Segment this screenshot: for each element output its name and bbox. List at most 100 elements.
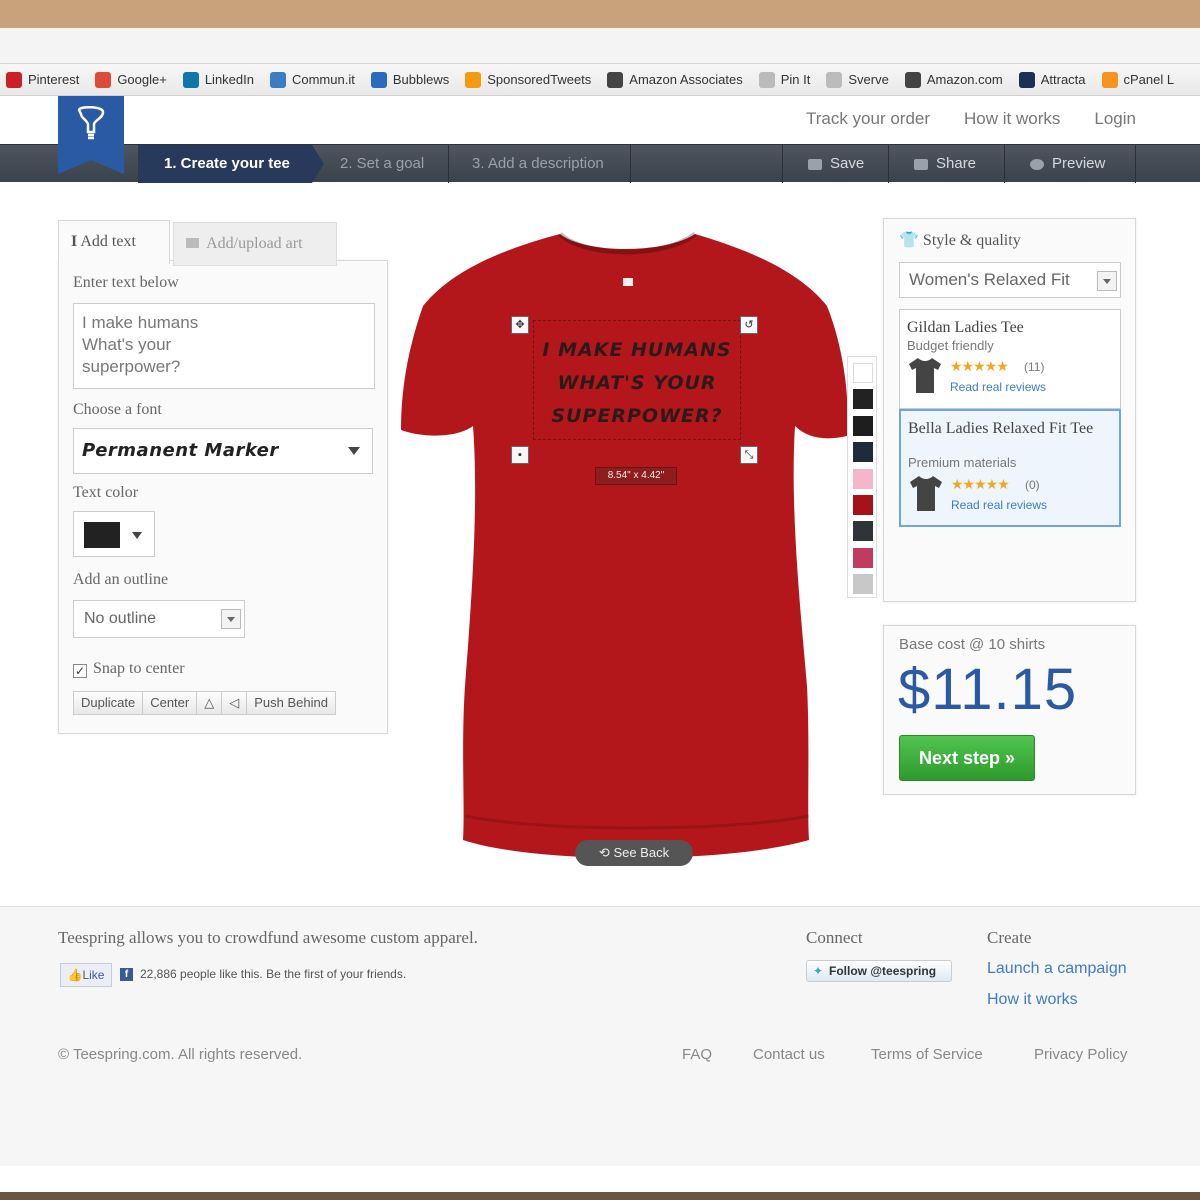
read-reviews-link[interactable]: Read real reviews (950, 380, 1046, 394)
step-divider (1004, 145, 1005, 183)
duplicate-button[interactable]: Duplicate (74, 692, 144, 714)
login-link[interactable]: Login (1094, 109, 1136, 129)
privacy-link[interactable]: Privacy Policy (1034, 1046, 1127, 1063)
push-behind-button[interactable]: Push Behind (247, 692, 335, 714)
image-icon (186, 238, 199, 248)
next-step-button[interactable]: Next step » (899, 735, 1035, 781)
outline-label: Add an outline (73, 571, 169, 588)
twitter-follow-button[interactable]: ✦ Follow @teespring (806, 960, 952, 982)
bookmark-label: Commun.it (291, 72, 355, 87)
center-button[interactable]: Center (143, 692, 198, 714)
tab-add-text[interactable]: I Add text (58, 220, 170, 264)
bookmark-item[interactable]: Pin It (758, 71, 811, 88)
browser-top-strip (0, 28, 1200, 64)
tshirt-preview[interactable] (395, 206, 855, 886)
chevron-down-icon (132, 532, 142, 539)
see-back-label: See Back (613, 845, 670, 860)
enter-text-label: Enter text below (73, 274, 179, 291)
bookmark-item[interactable]: Amazon.com (904, 71, 1003, 88)
style-select[interactable]: Women's Relaxed Fit (899, 262, 1121, 298)
shirt-color-swatch[interactable] (853, 521, 873, 542)
twitter-bird-icon: ✦ (813, 964, 824, 978)
delete-handle-icon[interactable]: ▪ (511, 446, 529, 464)
bookmark-favicon-icon (182, 71, 199, 88)
shirt-color-swatch[interactable] (853, 389, 873, 410)
rotate-icon: ⟲ (598, 845, 610, 860)
bookmark-item[interactable]: Bubblews (370, 71, 449, 88)
design-text[interactable]: I make humans What's your superpower? (524, 334, 750, 433)
contact-link[interactable]: Contact us (753, 1046, 825, 1063)
snap-to-center-label: Snap to center (93, 660, 185, 677)
font-select-value: Permanent Marker (82, 440, 279, 461)
shirt-color-swatch[interactable] (853, 415, 873, 436)
envelope-icon (914, 158, 928, 170)
bookmark-label: LinkedIn (204, 72, 254, 87)
connect-heading: Connect (806, 928, 863, 947)
bookmark-label: SponsoredTweets (487, 72, 592, 87)
outline-select[interactable]: No outline (73, 600, 245, 638)
eye-icon (1030, 158, 1044, 170)
bookmark-item[interactable]: SponsoredTweets (465, 71, 592, 88)
text-color-swatch (84, 522, 120, 548)
resize-handle-icon[interactable]: ⤡ (740, 446, 758, 464)
bookmark-favicon-icon (1101, 71, 1118, 88)
snap-to-center-checkbox[interactable]: ✓ (73, 664, 87, 678)
product-name: Gildan Ladies Tee (907, 319, 1024, 336)
facebook-like-count: 22,886 people like this. Be the first of… (140, 967, 407, 981)
shirt-color-swatch[interactable] (853, 468, 873, 489)
shirt-color-swatch[interactable] (853, 547, 873, 568)
design-text-input[interactable]: I make humans What's your superpower? (73, 303, 375, 389)
product-card-gildan[interactable]: Gildan Ladies Tee Budget friendly ★★★★★ … (899, 309, 1121, 409)
base-cost-label: Base cost @ 10 shirts (899, 636, 1046, 653)
bookmark-item[interactable]: Google+ (95, 71, 167, 88)
step-add-description[interactable]: 3. Add a description (472, 145, 604, 183)
header-nav: Track your order How it works Login (806, 109, 1136, 129)
review-count: (11) (1024, 360, 1045, 374)
see-back-button[interactable]: ⟲ See Back (575, 840, 693, 866)
bookmark-item[interactable]: LinkedIn (182, 71, 254, 88)
launch-campaign-link[interactable]: Launch a campaign (987, 960, 1127, 978)
bookmarks-bar: Pinterest Google+ LinkedIn Commun.it Bubblew… (0, 64, 1200, 96)
shirt-color-swatch[interactable] (853, 495, 873, 515)
save-label: Save (830, 155, 865, 172)
bookmark-label: Pin It (780, 72, 811, 87)
bookmark-favicon-icon (607, 71, 624, 88)
share-button[interactable]: Share (914, 145, 976, 183)
terms-link[interactable]: Terms of Service (871, 1046, 983, 1063)
preview-button[interactable]: Preview (1030, 145, 1105, 183)
bookmark-label: Pinterest (28, 72, 80, 87)
footer-how-it-works-link[interactable]: How it works (987, 991, 1078, 1009)
step-set-goal[interactable]: 2. Set a goal (340, 145, 424, 183)
font-select[interactable]: Permanent Marker (73, 428, 373, 474)
bookmark-item[interactable]: Amazon Associates (607, 71, 743, 88)
bookmark-favicon-icon (6, 71, 22, 88)
bookmark-item[interactable]: Commun.it (269, 71, 355, 88)
shirt-color-swatch[interactable] (853, 363, 873, 383)
bookmark-label: cPanel L (1123, 72, 1175, 87)
facebook-like-button[interactable]: 👍Like (60, 963, 112, 987)
mirror-button[interactable]: ◁ (222, 692, 248, 714)
shirt-color-swatch[interactable] (853, 574, 873, 595)
text-color-picker[interactable] (73, 511, 155, 557)
tab-upload-art[interactable]: Add/upload art (173, 222, 337, 266)
how-it-works-link[interactable]: How it works (964, 109, 1060, 129)
rotate-handle-icon[interactable]: ↺ (740, 316, 758, 334)
step-divider (1135, 145, 1136, 183)
save-button[interactable]: Save (808, 145, 864, 183)
bookmark-item[interactable]: Attracta (1018, 71, 1086, 88)
tshirt-thumbnail-icon (910, 476, 942, 511)
move-handle-icon[interactable]: ✥ (511, 316, 529, 334)
step-create-tee[interactable]: 1. Create your tee (138, 145, 324, 183)
shirt-color-swatch[interactable] (853, 442, 873, 463)
flip-button[interactable]: △ (197, 692, 223, 714)
product-card-bella[interactable]: Bella Ladies Relaxed Fit Tee Premium mat… (899, 409, 1121, 527)
faq-link[interactable]: FAQ (682, 1046, 712, 1063)
bookmark-item[interactable]: Sverve (826, 71, 889, 88)
bookmark-item[interactable]: cPanel L (1101, 71, 1175, 88)
bookmark-item[interactable]: Pinterest (6, 71, 80, 88)
step-divider (888, 145, 889, 183)
bookmark-label: Google+ (117, 72, 167, 87)
track-order-link[interactable]: Track your order (806, 109, 930, 129)
read-reviews-link[interactable]: Read real reviews (951, 498, 1047, 512)
base-price: $11.15 (898, 657, 1078, 722)
